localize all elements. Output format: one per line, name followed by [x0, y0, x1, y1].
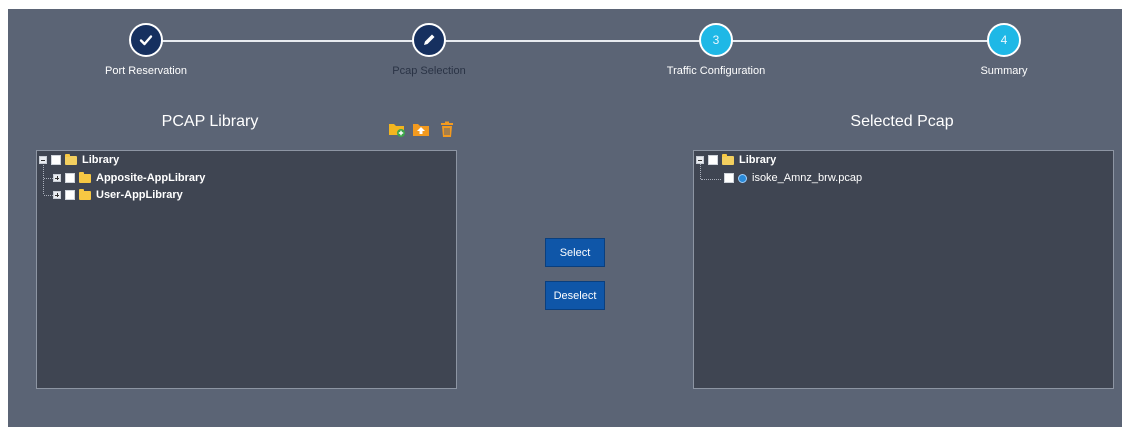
step-summary[interactable]: 4 [987, 23, 1021, 57]
step-label-port-reservation: Port Reservation [105, 65, 187, 77]
pcap-library-tree[interactable]: Library Apposite-AppLibrary User-AppLibr… [36, 150, 457, 389]
add-folder-icon[interactable] [388, 120, 406, 138]
tree-connector [701, 179, 721, 181]
tree-node-label: isoke_Amnz_brw.pcap [752, 172, 863, 184]
step-port-reservation[interactable] [129, 23, 163, 57]
checkbox[interactable] [724, 173, 734, 183]
open-folder-icon [65, 153, 77, 165]
checkbox[interactable] [65, 190, 75, 200]
collapse-toggle-icon[interactable] [696, 156, 704, 164]
tree-node-label: Library [82, 154, 120, 166]
wizard-panel: Port Reservation Pcap Selection 3 Traffi… [8, 9, 1122, 427]
deselect-button[interactable]: Deselect [545, 281, 605, 310]
step-label-pcap-selection: Pcap Selection [392, 65, 466, 77]
collapse-toggle-icon[interactable] [39, 156, 47, 164]
tree-node-label: Library [739, 154, 777, 166]
step-number: 3 [712, 33, 720, 47]
tree-node-label: User-AppLibrary [96, 189, 183, 201]
tree-connector [44, 195, 53, 197]
tree-node-apposite-applibrary[interactable]: Apposite-AppLibrary [53, 170, 205, 186]
step-number: 4 [1000, 33, 1008, 47]
trash-icon[interactable] [438, 120, 456, 138]
step-pcap-selection[interactable] [412, 23, 446, 57]
step-label-traffic-configuration: Traffic Configuration [666, 65, 766, 77]
tree-node-library[interactable]: Library [696, 152, 776, 168]
tree-node-user-applibrary[interactable]: User-AppLibrary [53, 187, 183, 203]
step-traffic-configuration[interactable]: 3 [699, 23, 733, 57]
stepper-track [155, 40, 1001, 42]
step-label-summary: Summary [980, 65, 1028, 77]
expand-toggle-icon[interactable] [53, 174, 61, 182]
pencil-icon [424, 34, 435, 45]
tree-node-library[interactable]: Library [39, 152, 119, 168]
checkbox[interactable] [51, 155, 61, 165]
tree-node-pcap-file[interactable]: isoke_Amnz_brw.pcap [724, 170, 862, 186]
selected-pcap-title: Selected Pcap [850, 113, 954, 130]
tree-connector [44, 178, 53, 180]
pcap-file-icon [738, 173, 747, 183]
checkbox[interactable] [65, 173, 75, 183]
checkbox[interactable] [708, 155, 718, 165]
selected-pcap-tree[interactable]: Library isoke_Amnz_brw.pcap [693, 150, 1114, 389]
folder-icon [79, 171, 91, 183]
open-folder-icon [722, 153, 734, 165]
check-icon [139, 35, 153, 46]
tree-node-label: Apposite-AppLibrary [96, 172, 206, 184]
folder-icon [79, 188, 91, 200]
select-button[interactable]: Select [545, 238, 605, 267]
expand-toggle-icon[interactable] [53, 191, 61, 199]
upload-icon[interactable] [412, 120, 430, 138]
pcap-library-title: PCAP Library [161, 113, 259, 130]
